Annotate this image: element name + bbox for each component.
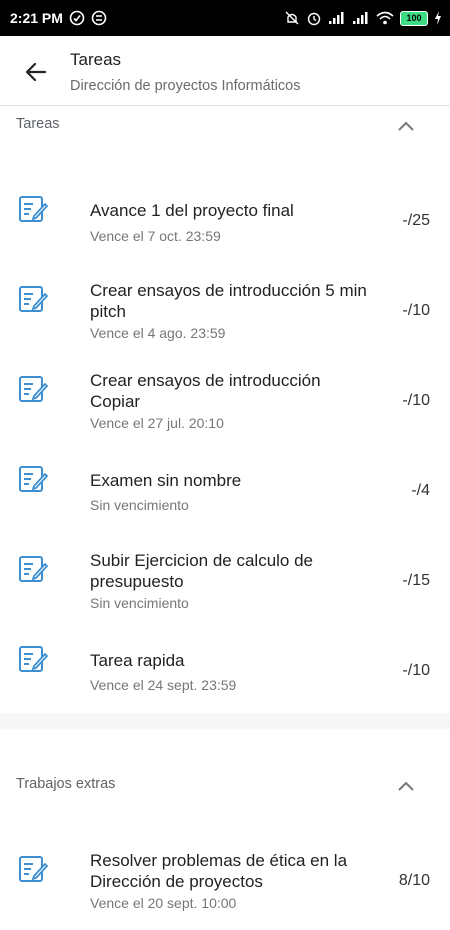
- task-points: -/4: [411, 482, 430, 499]
- task-due: Sin vencimiento: [90, 595, 189, 611]
- page-subtitle: Dirección de proyectos Informáticos: [70, 78, 301, 94]
- alarm-icon: [306, 10, 322, 26]
- section-header-tareas: Tareas: [0, 106, 450, 146]
- chevron-up-icon: [398, 121, 414, 131]
- assignment-icon: [19, 466, 48, 492]
- assignment-icon: [19, 286, 48, 312]
- section-title: Tareas: [16, 116, 60, 132]
- list-item[interactable]: Tarea rapida Vence el 24 sept. 23:59 -/1…: [0, 640, 450, 720]
- task-points: 8/10: [398, 872, 430, 889]
- assignment-icon: [19, 646, 48, 672]
- list-item[interactable]: Resolver problemas de ética en la Direcc…: [0, 850, 450, 930]
- signal-icon-2: [352, 11, 370, 25]
- arrow-left-icon: [25, 62, 47, 82]
- task-points: -/10: [402, 302, 430, 319]
- assignment-icon: [19, 556, 48, 582]
- back-button[interactable]: [16, 52, 56, 92]
- status-time: 2:21 PM: [10, 10, 63, 26]
- charging-icon: [434, 11, 442, 25]
- task-points: -/15: [402, 572, 430, 589]
- signal-icon: [328, 11, 346, 25]
- assignment-icon: [19, 376, 48, 402]
- task-title: Subir Ejercicion de calculo de presupues…: [90, 551, 314, 591]
- collapse-button[interactable]: [392, 772, 420, 800]
- task-title: Crear ensayos de introducción Copiar: [90, 371, 321, 411]
- list-item[interactable]: Crear ensayos de introducción 5 min pitc…: [0, 280, 450, 360]
- section-header-trabajos-extras: Trabajos extras: [0, 766, 450, 806]
- task-title: Tarea rapida: [90, 651, 185, 670]
- task-title: Crear ensayos de introducción 5 min pitc…: [90, 281, 367, 321]
- page-title: Tareas: [70, 50, 122, 69]
- task-title: Avance 1 del proyecto final: [90, 201, 294, 220]
- status-bar: 2:21 PM 100: [0, 0, 450, 36]
- task-due: Vence el 7 oct. 23:59: [90, 228, 221, 244]
- list-item[interactable]: Examen sin nombre Sin vencimiento -/4: [0, 460, 450, 540]
- task-due: Vence el 20 sept. 10:00: [90, 895, 237, 911]
- task-points: -/10: [402, 392, 430, 409]
- list-item[interactable]: Crear ensayos de introducción Copiar Ven…: [0, 370, 450, 450]
- task-title: Resolver problemas de ética en la Direcc…: [90, 851, 348, 891]
- task-points: -/25: [402, 212, 430, 229]
- battery-icon: 100: [400, 10, 428, 26]
- chevron-up-icon: [398, 781, 414, 791]
- status-right: 100: [284, 10, 442, 26]
- task-points: -/10: [402, 662, 430, 679]
- mute-icon: [284, 10, 300, 26]
- task-due: Vence el 24 sept. 23:59: [90, 677, 237, 693]
- collapse-button[interactable]: [392, 112, 420, 140]
- app-bar: Tareas Dirección de proyectos Informátic…: [0, 36, 450, 106]
- assignment-icon: [19, 856, 48, 882]
- task-due: Sin vencimiento: [90, 497, 189, 513]
- task-due: Vence el 27 jul. 20:10: [90, 415, 224, 431]
- task-due: Vence el 4 ago. 23:59: [90, 325, 226, 341]
- task-title: Examen sin nombre: [90, 471, 242, 490]
- status-left: 2:21 PM: [10, 10, 107, 26]
- assignment-icon: [19, 196, 48, 222]
- sync-icon: [91, 10, 107, 26]
- list-item[interactable]: Subir Ejercicion de calculo de presupues…: [0, 550, 450, 630]
- section-divider: [0, 713, 450, 729]
- section-title: Trabajos extras: [16, 776, 116, 792]
- list-item[interactable]: Avance 1 del proyecto final Vence el 7 o…: [0, 190, 450, 270]
- notification-icon: [69, 10, 85, 26]
- wifi-icon: [376, 11, 394, 25]
